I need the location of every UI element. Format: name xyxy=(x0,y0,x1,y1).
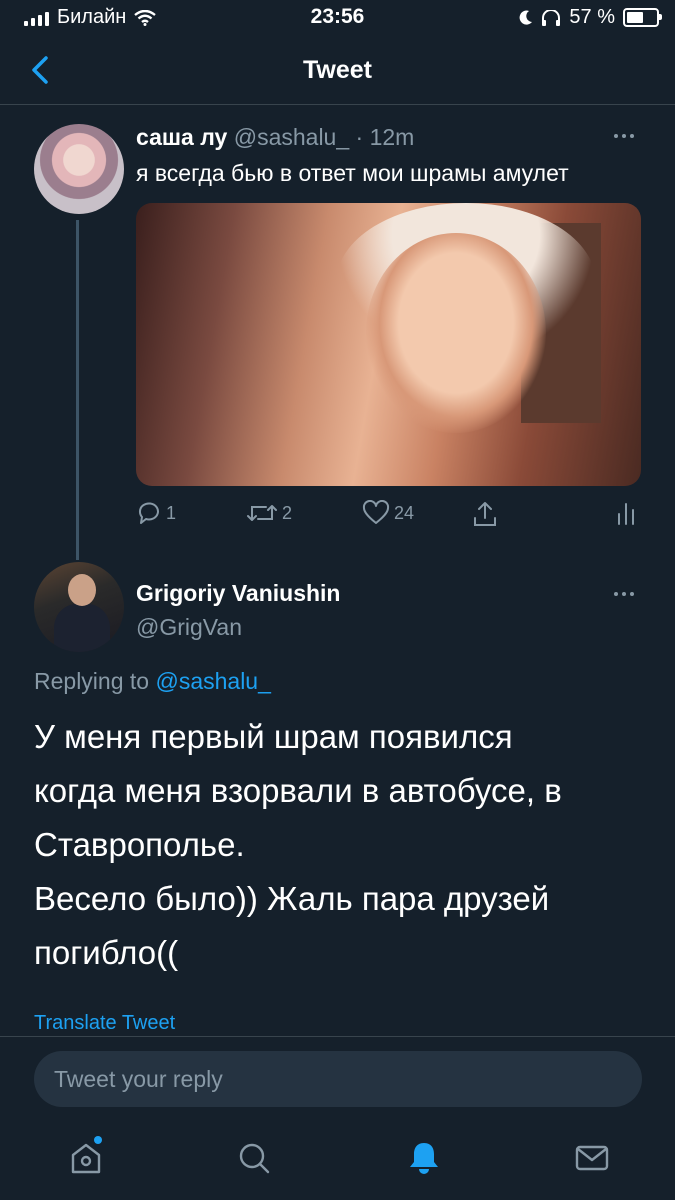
more-options-icon[interactable] xyxy=(614,128,644,144)
replying-to: Replying to @sashalu_ xyxy=(34,668,271,695)
moon-icon xyxy=(519,10,533,25)
new-content-dot xyxy=(94,1136,102,1144)
tab-bar xyxy=(0,1122,675,1200)
share-icon xyxy=(474,502,496,526)
battery-icon xyxy=(623,8,662,27)
reply-more-options-icon[interactable] xyxy=(614,586,644,602)
status-bar: Билайн 23:56 57 % xyxy=(0,0,675,36)
headphones-icon xyxy=(542,9,561,26)
bell-icon xyxy=(410,1143,438,1174)
chevron-left-icon xyxy=(32,56,48,84)
heart-icon xyxy=(362,500,390,524)
tweet-photo[interactable] xyxy=(136,203,641,486)
replying-handle-link[interactable]: @sashalu_ xyxy=(155,668,270,694)
thread-connector xyxy=(76,220,79,560)
reply-icon xyxy=(138,502,159,524)
photo-face xyxy=(366,233,546,433)
reply-bar xyxy=(0,1036,675,1123)
retweet-icon xyxy=(247,505,277,521)
replying-prefix: Replying to xyxy=(34,668,150,694)
tweet-time: · 12m xyxy=(355,124,415,150)
status-right: 57 % xyxy=(519,6,662,29)
reply-tweet-text: У меня первый шрам появился когда меня в… xyxy=(34,718,562,971)
page-title: Tweet xyxy=(303,56,372,84)
tab-notifications[interactable] xyxy=(404,1138,444,1178)
reply-count: 1 xyxy=(166,502,177,523)
reply-input[interactable] xyxy=(34,1051,642,1107)
translate-tweet-link[interactable]: Translate Tweet xyxy=(34,1012,175,1035)
share-action[interactable] xyxy=(472,500,498,528)
original-tweet-text: я всегда бью в ответ мои шрамы амулет xyxy=(136,160,569,186)
like-action[interactable]: 24 xyxy=(362,500,414,526)
retweet-count: 2 xyxy=(282,502,293,523)
back-button[interactable] xyxy=(22,50,62,90)
tab-search[interactable] xyxy=(234,1138,274,1178)
analytics-action[interactable] xyxy=(616,500,636,526)
home-icon xyxy=(71,1143,101,1174)
like-count: 24 xyxy=(394,502,415,523)
avatar-grigvan[interactable] xyxy=(34,562,124,652)
reply-author-handle[interactable]: @GrigVan xyxy=(136,614,242,641)
tab-home[interactable] xyxy=(66,1136,106,1178)
battery-percent: 57 % xyxy=(569,6,615,28)
tab-messages[interactable] xyxy=(572,1138,612,1178)
author-handle[interactable]: @sashalu_ xyxy=(234,124,349,150)
tweet-detail-screen: Билайн 23:56 57 % Tweet саша лу @sashalu… xyxy=(0,0,675,1200)
nav-bar: Tweet xyxy=(0,36,675,105)
search-icon xyxy=(239,1143,270,1174)
reply-author-name[interactable]: Grigoriy Vaniushin xyxy=(136,580,340,607)
original-tweet-header: саша лу @sashalu_ · 12m xyxy=(136,124,414,151)
reply-action[interactable]: 1 xyxy=(136,500,176,526)
author-name[interactable]: саша лу xyxy=(136,124,227,150)
tweet-actions: 1 2 24 xyxy=(136,500,641,534)
analytics-icon xyxy=(618,503,634,525)
retweet-action[interactable]: 2 xyxy=(246,500,292,526)
avatar-sashalu[interactable] xyxy=(34,124,124,214)
mail-icon xyxy=(575,1145,609,1171)
